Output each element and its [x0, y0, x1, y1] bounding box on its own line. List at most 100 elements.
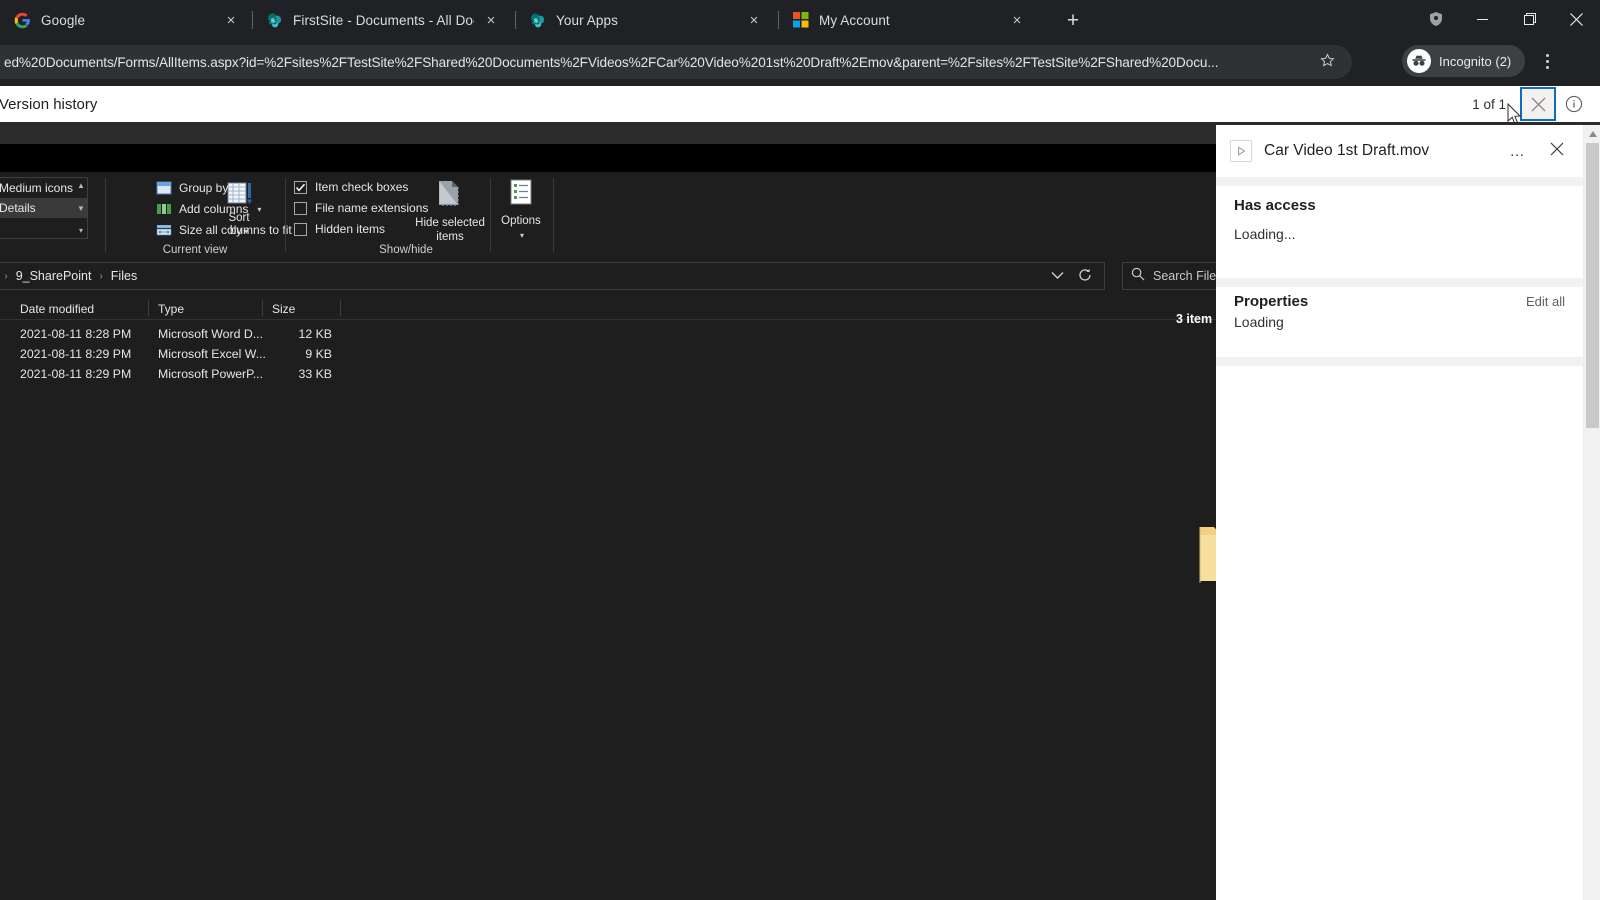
column-header-date-modified[interactable]: Date modified: [12, 302, 94, 316]
column-divider[interactable]: [148, 300, 149, 316]
layout-option-details[interactable]: Details: [0, 198, 87, 218]
browser-tab-close-icon[interactable]: ×: [220, 9, 242, 31]
item-check-boxes-toggle[interactable]: Item check boxes: [294, 180, 408, 194]
explorer-breadcrumb-bar[interactable]: › › 9_SharePoint › Files: [0, 262, 1105, 290]
details-pane-scrollbar[interactable]: [1583, 125, 1600, 900]
sharepoint-icon: S: [266, 12, 283, 29]
edit-all-link[interactable]: Edit all: [1526, 294, 1565, 309]
details-pane-header: Car Video 1st Draft.mov …: [1216, 125, 1583, 177]
scrollbar-thumb[interactable]: [1586, 143, 1599, 428]
layout-scroll-more-icon[interactable]: ▾: [79, 226, 83, 235]
column-header-size[interactable]: Size: [264, 302, 295, 316]
details-pane-content: Car Video 1st Draft.mov … Has access Loa…: [1216, 125, 1583, 900]
has-access-title: Has access: [1234, 197, 1316, 214]
chevron-down-icon[interactable]: ▾: [257, 205, 261, 214]
address-bar-actions: [1051, 268, 1100, 285]
details-pane-close-button[interactable]: [1543, 142, 1571, 160]
cell-date-modified: 2021-08-11 8:29 PM: [20, 347, 132, 361]
version-history-close-button[interactable]: [1520, 87, 1556, 121]
options-button[interactable]: Options ▾: [479, 178, 563, 243]
address-bar-url: ed%20Documents/Forms/AllItems.aspx?id=%2…: [4, 54, 1219, 70]
extensions-shield-icon[interactable]: [1412, 0, 1459, 38]
has-access-status: Loading...: [1234, 226, 1296, 242]
layout-gallery[interactable]: Medium icons Details ▲ ▼ ▾: [0, 177, 88, 239]
status-bar-item-count: 3 item: [1176, 312, 1213, 326]
column-divider[interactable]: [340, 300, 341, 316]
layout-gallery-scroll[interactable]: ▲ ▼ ▾: [75, 178, 87, 238]
add-columns-icon: [156, 201, 172, 217]
scrollbar-up-arrow-icon[interactable]: [1584, 125, 1600, 142]
breadcrumb-item-sharepoint[interactable]: 9_SharePoint: [10, 269, 98, 283]
search-icon: [1131, 267, 1145, 286]
browser-tab-your-apps[interactable]: S Your Apps ×: [515, 2, 773, 38]
browser-tab-firstsite[interactable]: S FirstSite - Documents - All Docum ×: [252, 2, 510, 38]
browser-tab-google[interactable]: Google ×: [0, 2, 250, 38]
breadcrumb-item-files[interactable]: Files: [105, 269, 143, 283]
window-close-button[interactable]: [1553, 0, 1600, 38]
cell-type: Microsoft PowerP...: [158, 367, 264, 381]
chevron-down-icon[interactable]: [1051, 269, 1064, 283]
breadcrumb-separator: ›: [99, 270, 103, 282]
browser-tab-close-icon[interactable]: ×: [743, 9, 765, 31]
tab-separator: [252, 11, 253, 29]
hide-items-label-line1: Hide selected: [415, 217, 485, 229]
add-columns-button[interactable]: Add columns ▾: [156, 201, 261, 217]
browser-tab-title: FirstSite - Documents - All Docum: [293, 12, 474, 28]
info-icon[interactable]: [1558, 88, 1590, 120]
properties-status: Loading: [1234, 314, 1284, 330]
size-all-columns-label: Size all columns to fit: [179, 223, 292, 237]
browser-tab-close-icon[interactable]: ×: [480, 9, 502, 31]
cell-type: Microsoft Excel W...: [158, 347, 266, 361]
sharepoint-icon: S: [529, 12, 546, 29]
svg-text:S: S: [534, 18, 538, 24]
address-bar[interactable]: ed%20Documents/Forms/AllItems.aspx?id=%2…: [0, 45, 1352, 79]
screen-root: Google × S FirstSite - Documents - All D…: [0, 0, 1600, 900]
chevron-down-icon[interactable]: ▾: [237, 184, 241, 193]
group-by-button[interactable]: Group by ▾: [156, 180, 241, 196]
checkbox-unchecked-icon[interactable]: [294, 201, 307, 215]
version-count-label: 1 of 1: [1472, 96, 1506, 112]
version-history-header: Version history 1 of 1: [0, 86, 1600, 122]
window-minimize-button[interactable]: [1459, 0, 1506, 38]
details-pane-divider: [1216, 177, 1583, 186]
layout-scroll-down-icon[interactable]: ▼: [77, 204, 85, 213]
properties-section: Properties Edit all Loading: [1216, 293, 1583, 330]
browser-tab-title: Your Apps: [556, 12, 618, 28]
column-header-type[interactable]: Type: [150, 302, 184, 316]
chevron-down-icon[interactable]: ▾: [520, 231, 524, 240]
video-file-icon: [1230, 140, 1252, 162]
browser-tab-close-icon[interactable]: ×: [1006, 9, 1028, 31]
checkbox-unchecked-icon[interactable]: [294, 222, 307, 236]
browser-menu-icon[interactable]: [1534, 48, 1560, 74]
browser-tab-title: My Account: [819, 12, 890, 28]
ribbon-divider: [553, 178, 554, 252]
layout-option-medium-icons[interactable]: Medium icons: [0, 178, 87, 198]
more-options-icon[interactable]: …: [1505, 143, 1531, 160]
hide-items-icon: [435, 178, 465, 213]
tab-separator: [515, 11, 516, 29]
item-check-boxes-label: Item check boxes: [315, 180, 409, 194]
checkbox-checked-icon[interactable]: [294, 180, 307, 194]
hide-selected-items-label: Hide selected items: [415, 216, 485, 244]
window-maximize-button[interactable]: [1506, 0, 1553, 38]
details-pane-divider: [1216, 278, 1583, 287]
column-divider[interactable]: [262, 300, 263, 316]
incognito-profile-pill[interactable]: Incognito (2): [1402, 45, 1526, 77]
browser-tab-my-account[interactable]: My Account ×: [778, 2, 1036, 38]
properties-title: Properties: [1234, 293, 1309, 310]
new-tab-button[interactable]: +: [1056, 3, 1090, 37]
add-columns-label: Add columns: [179, 202, 249, 216]
refresh-icon[interactable]: [1078, 268, 1092, 285]
layout-option-label: Details: [0, 201, 36, 215]
hidden-items-toggle[interactable]: Hidden items: [294, 222, 385, 236]
ribbon-group-label-current-view: Current view: [162, 244, 228, 256]
size-all-columns-button[interactable]: Size all columns to fit: [156, 222, 292, 238]
google-icon: [14, 12, 31, 29]
incognito-icon: [1407, 49, 1431, 73]
file-details-pane: Car Video 1st Draft.mov … Has access Loa…: [1216, 125, 1600, 900]
bookmark-star-icon[interactable]: [1314, 52, 1340, 72]
cell-size: 12 KB: [298, 327, 333, 341]
browser-tab-title: Google: [41, 12, 86, 28]
cell-size: 9 KB: [305, 347, 332, 361]
layout-scroll-up-icon[interactable]: ▲: [77, 181, 85, 190]
